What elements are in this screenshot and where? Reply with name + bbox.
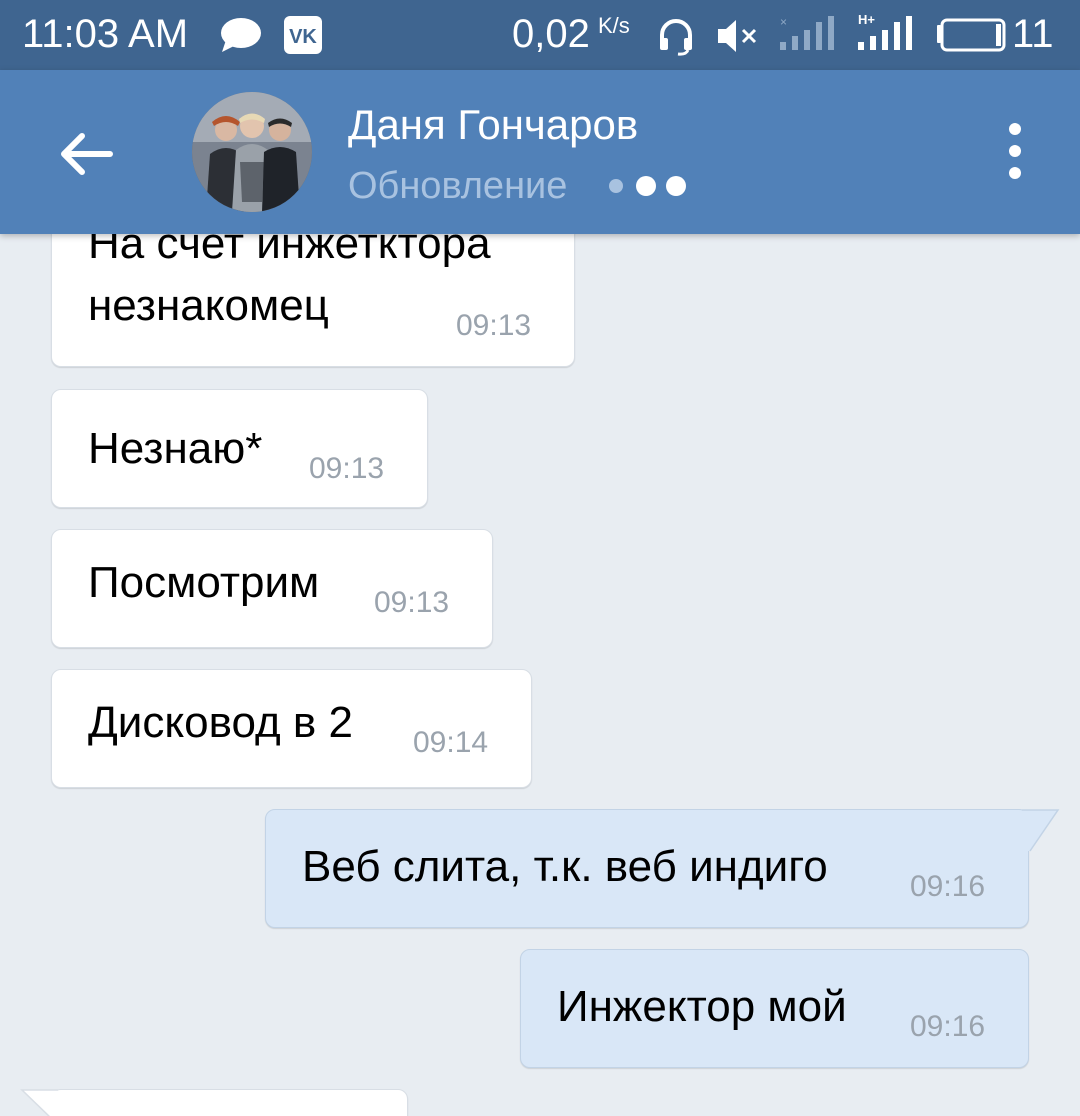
message-bubble-incoming[interactable]: На счет инжетктора незнакомец 09:13	[51, 234, 575, 367]
back-arrow-icon[interactable]	[50, 118, 122, 190]
muted-speaker-icon	[718, 20, 757, 52]
battery-level: 11	[1012, 12, 1054, 56]
headset-icon	[660, 19, 692, 56]
message-text: Незнаю*	[88, 424, 263, 473]
contact-status: Обновление	[348, 165, 568, 207]
message-time: 09:13	[456, 309, 532, 342]
message-bubble-outgoing[interactable]: Веб слита, т.к. веб индиго 09:16	[265, 809, 1029, 928]
chat-bubble-icon	[221, 18, 261, 52]
battery-icon	[937, 18, 1006, 52]
message-bubble-incoming[interactable]	[51, 1089, 408, 1116]
message-text: незнакомец	[88, 281, 329, 330]
message-text: Веб слита, т.к. веб индиго	[302, 842, 828, 891]
message-time: 09:14	[413, 726, 489, 759]
message-bubble-incoming[interactable]: Посмотрим 09:13	[51, 529, 493, 648]
message-bubble-incoming[interactable]: Незнаю* 09:13	[51, 389, 428, 508]
no-signal-icon: ×	[780, 15, 834, 50]
svg-text:×: ×	[780, 15, 787, 29]
contact-name[interactable]: Даня Гончаров	[348, 100, 638, 150]
svg-text:VK: VK	[289, 26, 317, 48]
bubble-tail-outgoing	[1022, 809, 1060, 852]
svg-text:H+: H+	[858, 12, 875, 27]
chat-header: Даня Гончаров Обновление	[0, 70, 1080, 234]
message-text: Инжектор мой	[557, 982, 847, 1031]
bubble-tail-incoming	[20, 1089, 58, 1116]
message-time: 09:16	[910, 870, 986, 903]
message-bubble-outgoing[interactable]: Инжектор мой 09:16	[520, 949, 1029, 1068]
avatar-photo	[192, 92, 312, 212]
status-bar: 11:03 AM VK 0,02 K/s × H+ 11	[0, 0, 1080, 70]
network-speed: 0,02	[512, 12, 590, 56]
message-text: Дисковод в 2	[88, 698, 353, 747]
signal-hplus-icon: H+	[858, 12, 912, 50]
message-list[interactable]: На счет инжетктора незнакомец 09:13 Незн…	[0, 234, 1080, 1116]
message-text: Посмотрим	[88, 558, 320, 607]
status-time: 11:03 AM	[22, 12, 189, 56]
avatar[interactable]	[192, 92, 312, 212]
typing-indicator-icon	[609, 176, 686, 196]
message-text: На счет инжетктора	[88, 234, 491, 268]
message-bubble-incoming[interactable]: Дисковод в 2 09:14	[51, 669, 532, 788]
more-options-icon[interactable]	[990, 116, 1040, 186]
message-time: 09:13	[309, 452, 385, 485]
vk-icon: VK	[284, 16, 322, 54]
message-time: 09:16	[910, 1010, 986, 1043]
network-speed-unit: K/s	[598, 13, 630, 38]
message-time: 09:13	[374, 586, 450, 619]
